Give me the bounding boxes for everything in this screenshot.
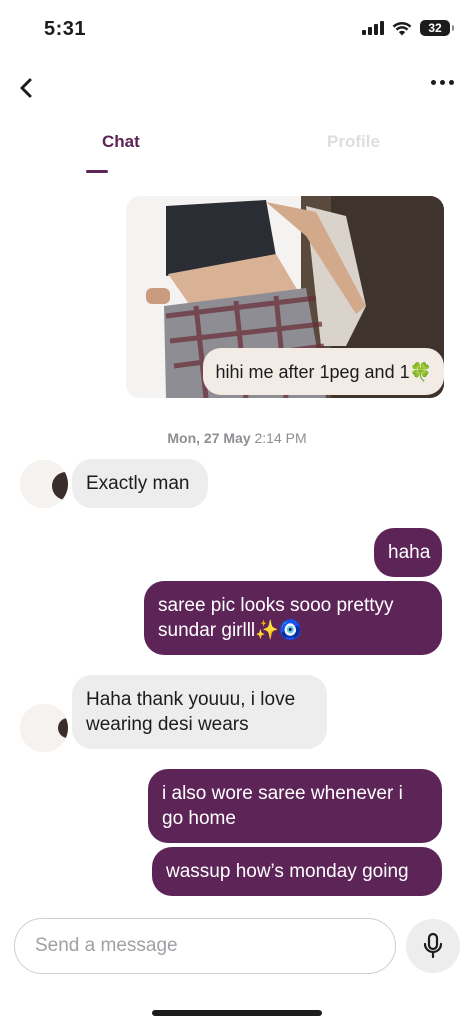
tab-chat[interactable]: Chat [102,132,140,152]
message-text: wassup how’s monday going [166,861,409,882]
message-input[interactable] [14,918,396,974]
status-time: 5:31 [44,18,87,40]
outgoing-message: wassup how’s monday going [152,847,442,896]
incoming-message: Exactly man [72,459,208,508]
date-day: Mon, 27 May [167,430,251,446]
mic-button[interactable] [406,919,460,973]
message-text: haha [388,542,431,563]
message-text: go home [162,808,236,829]
wifi-icon [392,21,412,35]
message-text: saree pic looks sooo prettyy [158,595,394,616]
outgoing-message: saree pic looks sooo prettyy sundar girl… [144,581,442,655]
chat-thread[interactable]: hihi me after 1peg and 1🍀 Mon, 27 May 2:… [0,174,474,914]
date-separator: Mon, 27 May 2:14 PM [0,430,474,446]
battery-icon: 32 [420,20,454,36]
message-text: i also wore saree whenever i [162,783,403,804]
message-text: Exactly man [86,473,190,494]
message-text: sundar girlll✨🧿 [158,620,303,641]
outgoing-message: haha [374,528,442,577]
nav-bar [0,60,474,116]
microphone-icon [423,932,443,959]
cellular-signal-icon [362,21,384,35]
message-text: wearing desi wears [86,714,249,735]
avatar[interactable] [20,704,68,752]
incoming-message: Haha thank youuu, i love wearing desi we… [72,675,327,749]
chevron-left-icon[interactable] [16,74,38,102]
photo-caption-bubble: hihi me after 1peg and 1🍀 [203,348,444,395]
tab-bar: Chat Profile [0,122,474,174]
status-bar: 5:31 32 [0,0,474,60]
tab-profile[interactable]: Profile [327,132,380,152]
more-horizontal-icon[interactable] [431,80,454,85]
status-icons: 32 [362,20,454,36]
active-tab-indicator [86,170,108,173]
home-indicator [152,1010,322,1016]
message-text: Haha thank youuu, i love [86,689,296,710]
outgoing-message: i also wore saree whenever i go home [148,769,442,843]
avatar[interactable] [20,460,68,508]
date-time: 2:14 PM [254,430,307,446]
message-composer [0,916,474,986]
